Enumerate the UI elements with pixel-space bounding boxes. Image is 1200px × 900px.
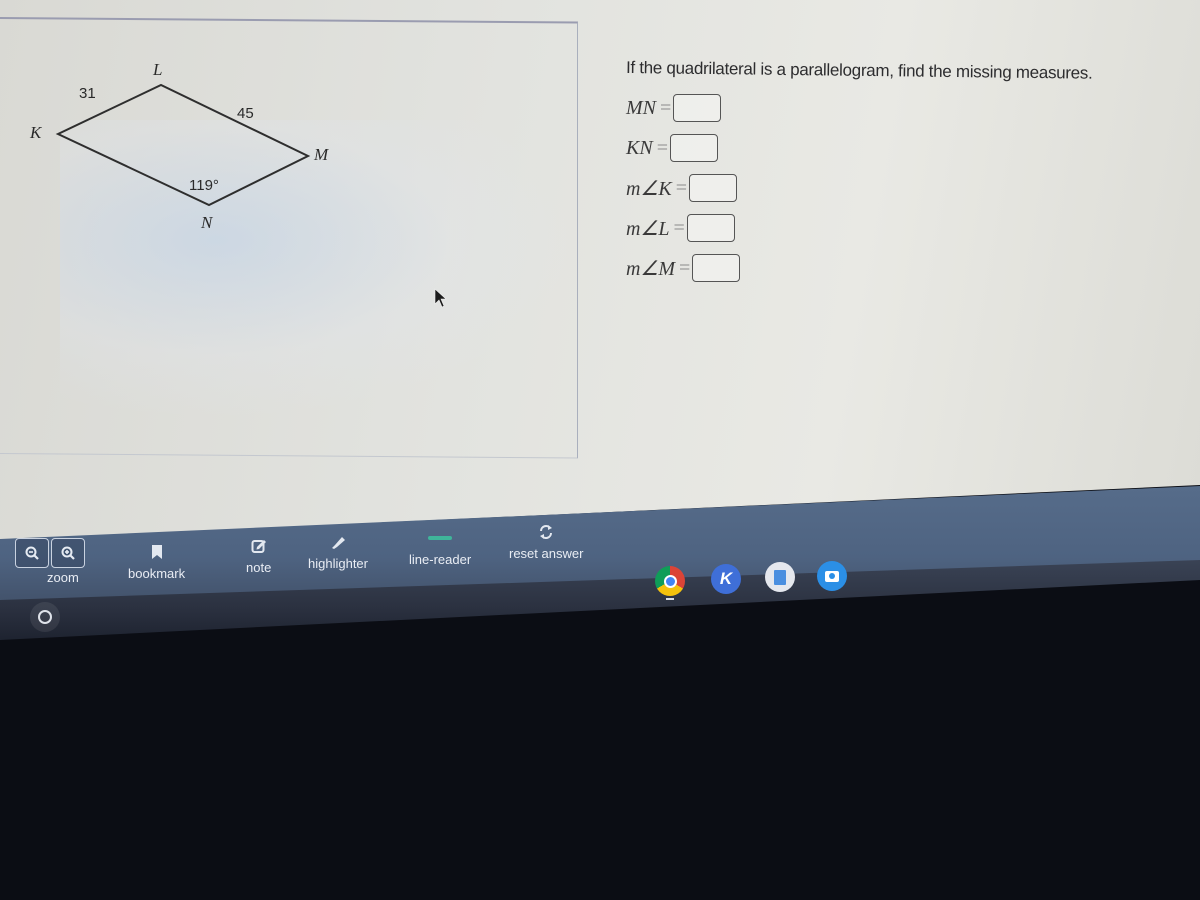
zoom-in-icon (61, 546, 75, 560)
zoom-in-button[interactable] (51, 538, 85, 568)
screen-content: K L M N 31 45 119° If the quadrilateral … (0, 0, 1200, 540)
k-app-icon: K (719, 569, 733, 588)
highlighter-label: highlighter (308, 556, 368, 571)
answer-label: MN (626, 96, 656, 119)
docs-app-button[interactable] (765, 562, 795, 592)
equals-sign: = (679, 256, 691, 279)
answer-label: m∠L (626, 217, 670, 240)
highlighter-icon (329, 532, 347, 552)
note-button[interactable]: note (246, 536, 271, 575)
chrome-icon (663, 574, 677, 588)
bookmark-button[interactable]: bookmark (128, 542, 185, 581)
mn-answer-input[interactable] (673, 94, 722, 122)
angle-k-answer-input[interactable] (689, 174, 737, 202)
note-label: note (246, 560, 272, 575)
answer-row-angle-k: m∠K = (626, 168, 1186, 208)
vertex-n-label: N (200, 213, 214, 232)
question-prompt: If the quadrilateral is a parallelogram,… (625, 58, 1093, 83)
answer-row-angle-m: m∠M = (626, 248, 1186, 288)
chrome-app-button[interactable] (655, 566, 685, 596)
question-panel: If the quadrilateral is a parallelogram,… (626, 58, 1186, 288)
refresh-icon (538, 522, 554, 542)
zoom-controls (15, 538, 87, 568)
reset-answer-button[interactable]: reset answer (509, 522, 583, 561)
zoom-out-icon (25, 546, 39, 560)
answer-row-angle-l: m∠L = (626, 208, 1186, 248)
angle-m-answer-input[interactable] (692, 254, 741, 282)
angle-l-answer-input[interactable] (686, 214, 735, 242)
bookmark-icon (151, 542, 163, 562)
angle-n-measure: 119° (189, 177, 219, 194)
parallelogram-shape (55, 83, 311, 207)
answer-label: m∠K (626, 177, 672, 200)
zoom-out-button[interactable] (15, 538, 49, 568)
camera-icon (825, 570, 839, 582)
side-kl-length: 31 (79, 85, 96, 102)
answer-row-kn: KN = (626, 128, 1186, 168)
answer-label: m∠M (626, 257, 676, 280)
active-app-indicator (666, 598, 674, 600)
vertex-m-label: M (313, 145, 329, 164)
bookmark-label: bookmark (128, 566, 186, 581)
equals-sign: = (675, 176, 687, 199)
camera-app-button[interactable] (817, 561, 847, 591)
note-icon (251, 536, 267, 556)
k-app-button[interactable]: K (711, 564, 741, 594)
launcher-icon (38, 610, 52, 624)
equals-sign: = (660, 96, 672, 119)
docs-icon (774, 569, 786, 585)
mouse-cursor-icon (434, 288, 447, 308)
zoom-label: zoom (47, 570, 79, 585)
equals-sign: = (656, 136, 668, 159)
launcher-button[interactable] (30, 602, 60, 632)
vertex-k-label: K (29, 123, 43, 142)
line-reader-button[interactable]: line-reader (409, 528, 471, 567)
line-reader-label: line-reader (409, 552, 472, 567)
side-lm-length: 45 (237, 105, 254, 122)
answer-row-mn: MN = (626, 88, 1186, 128)
equals-sign: = (673, 216, 685, 239)
highlighter-button[interactable]: highlighter (308, 532, 368, 571)
reset-answer-label: reset answer (509, 546, 584, 561)
kn-answer-input[interactable] (669, 134, 718, 162)
vertex-l-label: L (152, 60, 162, 79)
answer-label: KN (626, 136, 653, 159)
parallelogram-figure: K L M N 31 45 119° (29, 60, 329, 232)
line-reader-icon (427, 528, 453, 548)
